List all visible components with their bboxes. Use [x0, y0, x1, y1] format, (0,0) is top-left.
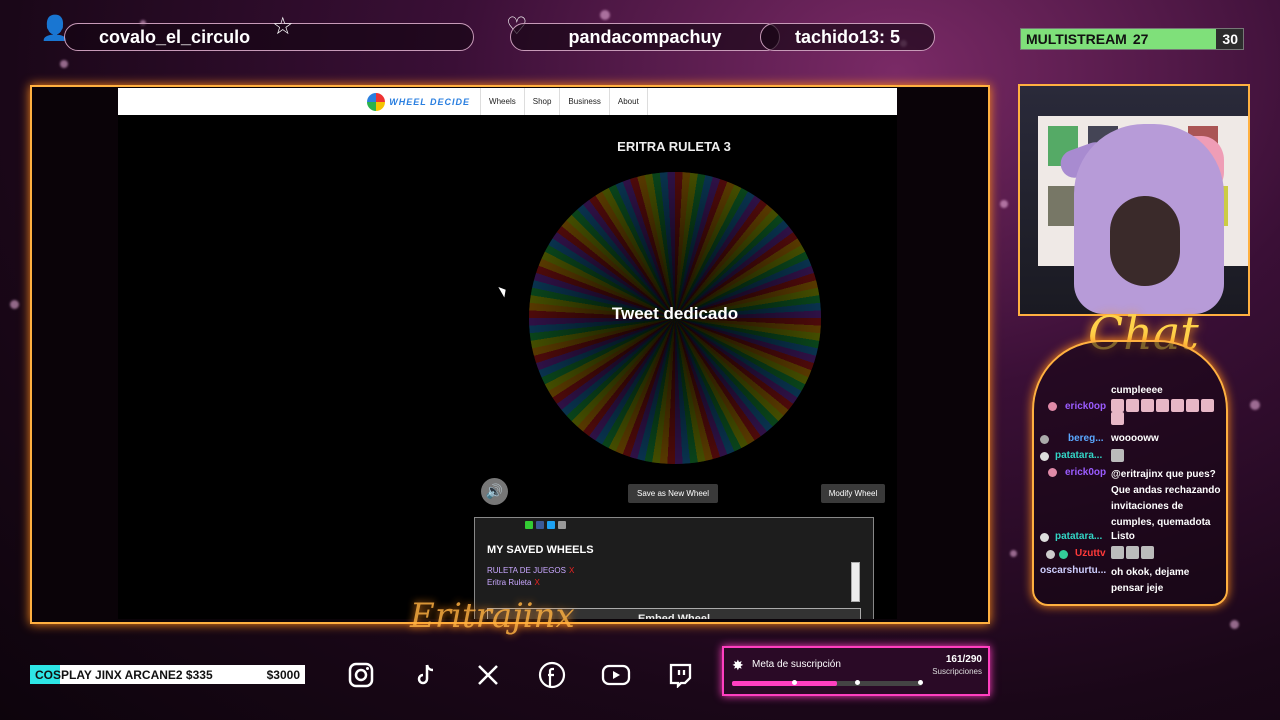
milestone-dot — [792, 680, 797, 685]
chat-username[interactable]: patatara... — [1055, 531, 1102, 542]
save-new-wheel-button[interactable]: Save as New Wheel — [628, 484, 718, 503]
badge-icon — [1046, 550, 1055, 559]
multistream-label: MULTISTREAM — [1026, 31, 1127, 47]
milestone-dot — [855, 680, 860, 685]
milestone-dot — [918, 680, 923, 685]
counter-widget: tachido13: 5 — [760, 22, 935, 52]
chat-message-text: Listo — [1111, 531, 1135, 542]
chat-username[interactable]: Uzuttv — [1075, 548, 1106, 559]
remove-wheel-icon[interactable]: X — [569, 566, 574, 575]
star-burst-icon: ✸ — [732, 657, 744, 673]
site-navbar: WHEEL DECIDE Wheels Shop Business About — [118, 88, 897, 115]
chat-username[interactable]: erick0op — [1065, 401, 1106, 412]
youtube-icon — [600, 659, 632, 691]
browser-viewport: WHEEL DECIDE Wheels Shop Business About … — [118, 88, 897, 619]
logo-text: WHEEL DECIDE — [389, 96, 471, 107]
saved-wheel-item[interactable]: RULETA DE JUEGOS X — [487, 566, 574, 575]
webcam-feed — [1018, 84, 1250, 316]
nav-about[interactable]: About — [608, 88, 648, 115]
donation-goal-bar: COSPLAY JINX ARCANE2 $335 $3000 — [30, 665, 305, 684]
sub-goal-count: 161/290 — [945, 654, 982, 665]
badge-icon — [1040, 452, 1049, 461]
emote-row — [1111, 546, 1156, 559]
site-logo[interactable]: WHEEL DECIDE — [367, 92, 471, 111]
sub-alert: pandacompachuy — [510, 22, 780, 52]
facebook-share-icon[interactable] — [536, 521, 544, 529]
chat-message-text: @eritrajinx que pues? Que andas rechazan… — [1111, 469, 1221, 528]
chat-username[interactable]: erick0op — [1065, 467, 1106, 478]
x-icon — [472, 659, 504, 691]
wheel-title: ERITRA RULETA 3 — [617, 139, 731, 154]
wheel-result-text: Tweet dedicado — [611, 304, 739, 323]
chat-message-text: wooooww — [1111, 433, 1159, 444]
speaker-icon: 🔊 — [485, 483, 504, 499]
streamer-face — [1110, 196, 1180, 286]
chat-username[interactable]: patatara... — [1055, 450, 1102, 461]
saved-wheel-item[interactable]: Eritra Ruleta X — [487, 578, 540, 587]
nav-shop[interactable]: Shop — [523, 88, 560, 115]
multistream-right-value: 30 — [1222, 31, 1238, 47]
multistream-bar: MULTISTREAM 27 30 — [1020, 28, 1244, 50]
streamer-signature-logo: Eritrajinx — [410, 596, 575, 636]
saved-list-scrollbar[interactable] — [851, 562, 860, 602]
email-share-icon[interactable] — [558, 521, 566, 529]
goal-text: COSPLAY JINX ARCANE2 $335 — [35, 667, 213, 682]
badge-icon — [1048, 402, 1057, 411]
chat-username[interactable]: bereg... — [1068, 433, 1104, 444]
wheel-logo-icon — [367, 92, 386, 111]
instagram-icon — [345, 659, 377, 691]
sub-goal-progress-fill — [732, 681, 838, 686]
badge-icon — [1040, 435, 1049, 444]
emote-row — [1111, 399, 1221, 425]
sub-name: pandacompachuy — [568, 26, 722, 47]
follower-name: covalo_el_circulo — [99, 26, 251, 47]
saved-wheels-title: MY SAVED WHEELS — [487, 544, 594, 556]
nav-business[interactable]: Business — [559, 88, 608, 115]
remove-wheel-icon[interactable]: X — [534, 578, 539, 587]
facebook-icon — [536, 659, 568, 691]
chat-username[interactable]: oscarshurtu... — [1040, 565, 1106, 576]
share-icon[interactable] — [525, 521, 533, 529]
follower-alert: covalo_el_circulo — [64, 22, 474, 52]
badge-icon — [1040, 533, 1049, 542]
sub-goal-unit: Suscripciones — [932, 667, 982, 676]
goal-target: $3000 — [266, 667, 300, 682]
star-icon: ☆ — [272, 13, 294, 40]
share-icons — [525, 521, 566, 529]
chat-message-text: oh okok, dejame pensar jeje — [1111, 567, 1190, 594]
twitch-icon — [664, 659, 696, 691]
twitter-share-icon[interactable] — [547, 521, 555, 529]
modify-wheel-button[interactable]: Modify Wheel — [821, 484, 885, 503]
gift-icon — [1059, 550, 1068, 559]
chat-message-text: cumpleeee — [1111, 385, 1163, 396]
nav-wheels[interactable]: Wheels — [480, 88, 524, 115]
emote-row — [1111, 449, 1126, 462]
multistream-left-value: 27 — [1132, 31, 1149, 47]
badge-icon — [1048, 468, 1057, 477]
saved-wheel-name[interactable]: RULETA DE JUEGOS — [487, 566, 566, 575]
saved-wheel-name[interactable]: Eritra Ruleta — [487, 578, 531, 587]
sub-goal-progress-bar — [732, 680, 923, 686]
tiktok-icon — [410, 659, 442, 691]
subscription-goal-widget: ✸ Meta de suscripción 161/290 Suscripcio… — [722, 646, 990, 696]
sub-goal-label: Meta de suscripción — [752, 659, 841, 670]
sound-toggle-button[interactable]: 🔊 — [481, 478, 508, 505]
counter-text: tachido13: 5 — [794, 26, 901, 47]
